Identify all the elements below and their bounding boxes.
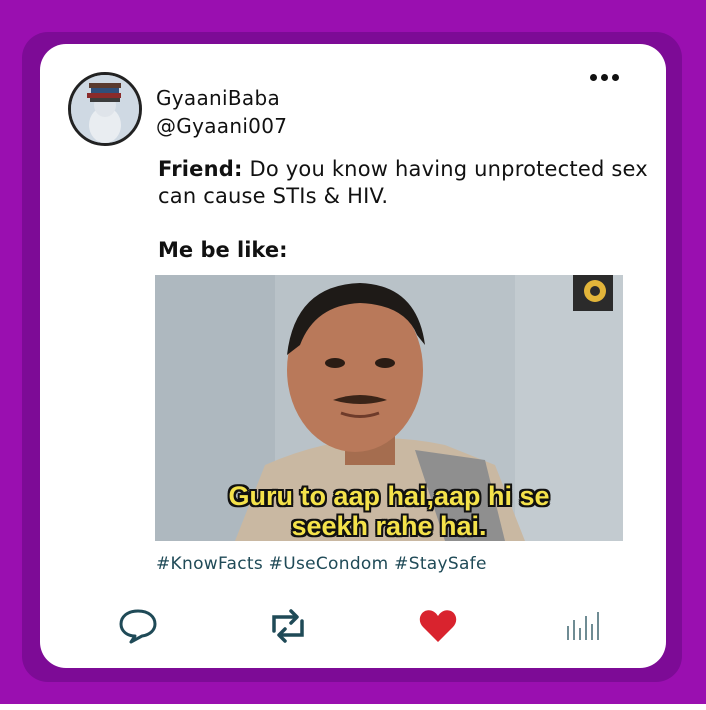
display-name[interactable]: GyaaniBaba <box>156 86 280 110</box>
more-dot <box>600 73 608 81</box>
tweet-card: GyaaniBaba @Gyaani007 Friend: Do you kno… <box>40 44 666 668</box>
friend-label: Friend: <box>158 157 243 181</box>
speech-bubble-icon <box>119 609 157 644</box>
reply-button[interactable] <box>116 604 160 648</box>
hashtags[interactable]: #KnowFacts #UseCondom #StaySafe <box>156 554 487 574</box>
retweet-button[interactable] <box>266 604 310 648</box>
more-dot <box>589 73 597 81</box>
post-text: Friend: Do you know having unprotected s… <box>158 156 648 210</box>
post-caption: Me be like: <box>158 238 288 262</box>
user-handle[interactable]: @Gyaani007 <box>156 114 287 138</box>
meme-subtitle-line: Guru to aap hai,aap hi se <box>228 481 550 511</box>
avatar[interactable] <box>68 72 142 146</box>
meme-subtitle-line: seekh rahe hai. <box>291 511 487 541</box>
more-options-button[interactable] <box>584 66 624 88</box>
meme-image[interactable]: Guru to aap hai,aap hi se seekh rahe hai… <box>155 275 623 541</box>
stats-button[interactable] <box>560 604 604 648</box>
more-dot <box>611 73 619 81</box>
bar-chart-icon <box>567 612 599 640</box>
meme-subtitle: Guru to aap hai,aap hi se seekh rahe hai… <box>155 481 623 541</box>
retweet-arrows-icon <box>272 609 304 643</box>
like-button[interactable] <box>416 604 460 648</box>
heart-icon <box>419 610 457 642</box>
